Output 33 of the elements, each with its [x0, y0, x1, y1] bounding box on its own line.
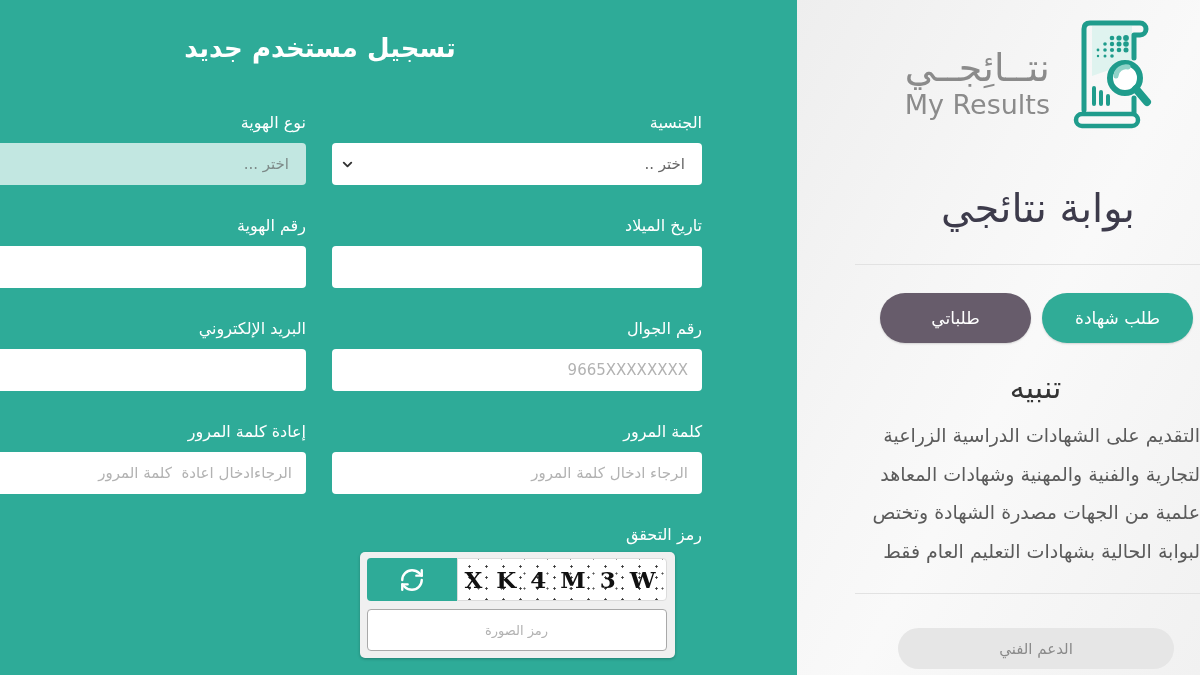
captcha-input[interactable]: رمز الصورة [366, 609, 667, 651]
field-label: تاريخ الميلاد [624, 215, 702, 237]
refresh-button[interactable] [366, 558, 457, 601]
logo-english-text: My Results [904, 89, 1050, 122]
field-label: إعادة كلمة المرور [186, 421, 306, 443]
notice-title: تنبيه [1008, 369, 1063, 407]
notice-text-line: لتجارية والفنية والمهنية وشهادات المعاهد [880, 461, 1200, 488]
field-label: البريد الإلكتروني [197, 318, 306, 340]
input-field[interactable] [0, 246, 306, 288]
field-label: رقم الجوال [625, 318, 702, 340]
field-label: رقم الهوية [235, 215, 306, 237]
captcha-image: X K 4 M 3 W [456, 558, 667, 601]
notice-text-line: التقديم على الشهادات الدراسية الزراعية [883, 423, 1200, 449]
password-field[interactable]: الرجاء ادخال كلمة المرور [332, 452, 702, 494]
input-field[interactable] [332, 246, 702, 288]
logo-arabic-text: نتــائِجــي [904, 48, 1050, 88]
field-label: رمز التحقق [624, 524, 702, 546]
field-label: كلمة المرور [621, 421, 702, 443]
support-button[interactable]: الدعم الفني [898, 628, 1174, 669]
password-field[interactable]: الرجاءادخال اعادة كلمة المرور [0, 452, 306, 494]
primary-button[interactable]: طلب شهادة [1042, 293, 1193, 343]
notice-text-line: لبوابة الحالية بشهادات التعليم العام فقط [883, 538, 1200, 565]
form-title: تسجيل مستخدم جديد [183, 32, 457, 65]
input-field[interactable] [0, 349, 306, 391]
field-label: نوع الهوية [239, 112, 306, 134]
secondary-button[interactable]: طلباتي [880, 293, 1031, 343]
notice-text-line: علمية من الجهات مصدرة الشهادة وتختص [872, 500, 1200, 526]
portal-title: بوابة نتائجي [940, 185, 1136, 231]
field-label: الجنسية [648, 112, 702, 134]
input-field[interactable]: 9665XXXXXXXX [332, 349, 702, 391]
select-field[interactable]: اختر .. [332, 143, 702, 185]
refresh-icon [398, 566, 425, 593]
document-magnifier-icon [1072, 18, 1152, 130]
